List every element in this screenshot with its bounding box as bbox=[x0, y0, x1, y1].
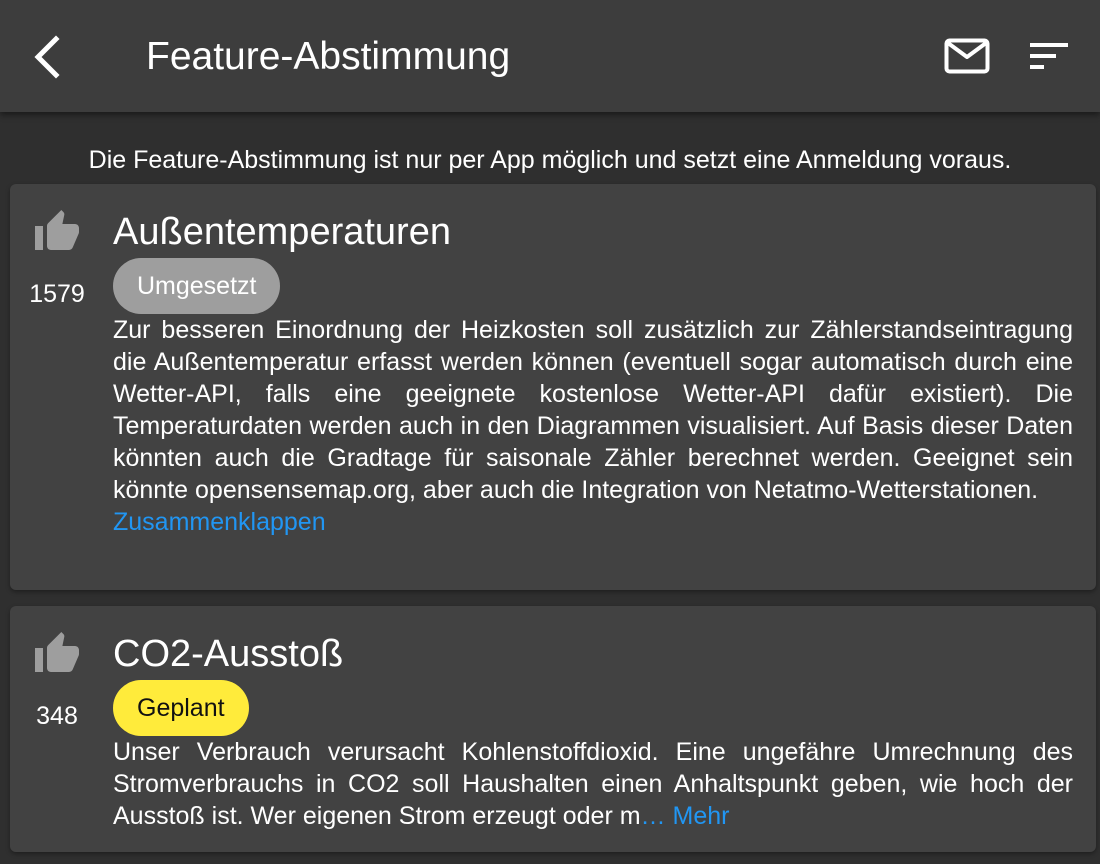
description-text: Zur besseren Einordnung der Heizkosten s… bbox=[113, 316, 1073, 504]
sort-icon bbox=[1030, 43, 1068, 69]
collapse-link[interactable]: Zusammenklappen bbox=[113, 506, 1073, 538]
page-title: Feature-Abstimmung bbox=[146, 35, 511, 78]
feature-description: Zur besseren Einordnung der Heizkosten s… bbox=[113, 314, 1073, 538]
vote-count: 348 bbox=[36, 702, 78, 730]
back-arrow-icon bbox=[34, 35, 60, 79]
thumbs-up-icon[interactable] bbox=[33, 630, 81, 678]
more-link[interactable]: … Mehr bbox=[641, 802, 730, 830]
status-badge: Umgesetzt bbox=[113, 258, 281, 314]
feature-content: Außentemperaturen Umgesetzt Zur besseren… bbox=[113, 208, 1073, 538]
feature-card: 348 CO2-Ausstoß Geplant Unser Verbrauch … bbox=[10, 606, 1096, 852]
feature-description: Unser Verbrauch verursacht Kohlenstoffdi… bbox=[113, 736, 1073, 832]
status-badge: Geplant bbox=[113, 680, 249, 736]
feature-title: CO2-Ausstoß bbox=[113, 633, 344, 675]
thumbs-up-icon[interactable] bbox=[33, 208, 81, 256]
feature-card: 1579 Außentemperaturen Umgesetzt Zur bes… bbox=[10, 184, 1096, 590]
mail-icon bbox=[944, 38, 990, 74]
mail-button[interactable] bbox=[940, 34, 994, 78]
back-button[interactable] bbox=[22, 30, 72, 84]
vote-count: 1579 bbox=[29, 280, 85, 308]
vote-section: 348 bbox=[10, 630, 104, 732]
description-text: Unser Verbrauch verursacht Kohlenstoffdi… bbox=[113, 738, 1073, 830]
sort-button[interactable] bbox=[1024, 36, 1074, 76]
login-notice: Die Feature-Abstimmung ist nur per App m… bbox=[88, 146, 1012, 174]
vote-section: 1579 bbox=[10, 208, 104, 310]
feature-content: CO2-Ausstoß Geplant Unser Verbrauch veru… bbox=[113, 630, 1073, 832]
feature-title: Außentemperaturen bbox=[113, 211, 451, 253]
app-bar: Feature-Abstimmung bbox=[0, 0, 1100, 112]
